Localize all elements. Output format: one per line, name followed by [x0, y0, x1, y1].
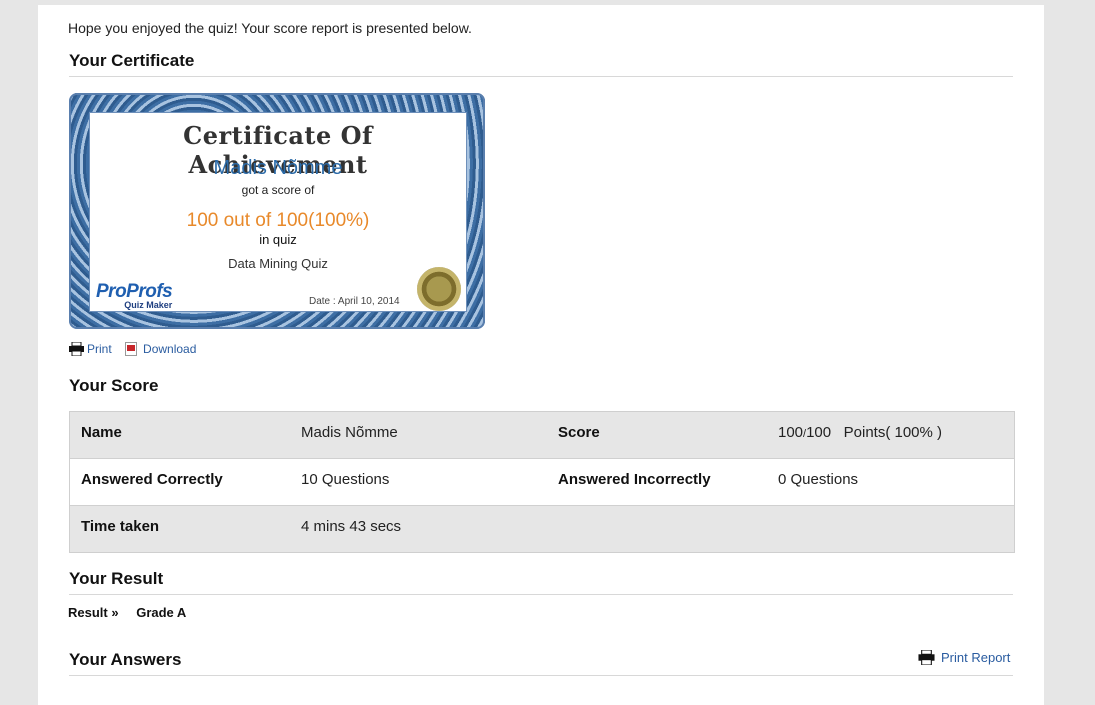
- certificate-date: Date : April 10, 2014: [309, 296, 400, 307]
- certificate-image: Certificate Of Achievement Madis Nõmme g…: [69, 93, 485, 329]
- answered-correctly-label: Answered Correctly: [81, 471, 223, 488]
- divider: [69, 675, 1013, 676]
- proprofs-logo: ProProfs Quiz Maker: [96, 281, 173, 310]
- time-taken-label: Time taken: [81, 518, 160, 535]
- answers-heading: Your Answers: [69, 650, 182, 669]
- table-row: Time taken 4 mins 43 secs: [70, 506, 1014, 552]
- logo-text: ProProfs: [96, 281, 173, 302]
- score-label: Score: [558, 424, 600, 441]
- answered-incorrectly-label: Answered Incorrectly: [558, 471, 711, 488]
- printer-icon[interactable]: [69, 342, 84, 356]
- print-report-link[interactable]: Print Report: [918, 650, 1010, 665]
- name-label: Name: [81, 424, 122, 441]
- download-link[interactable]: Download: [143, 342, 196, 356]
- certificate-body: Certificate Of Achievement Madis Nõmme g…: [89, 112, 467, 312]
- grade-value: Grade A: [136, 605, 187, 620]
- divider: [69, 594, 1013, 595]
- gold-seal-icon: [417, 267, 461, 311]
- print-link[interactable]: Print: [87, 342, 112, 356]
- score-points: Points( 100% ): [843, 424, 943, 441]
- certificate-name: Madis Nõmme: [213, 157, 343, 179]
- table-row: Name Madis Nõmme Score 100/100 Points( 1…: [70, 412, 1014, 459]
- certificate-in-quiz: in quiz: [259, 232, 297, 247]
- result-line: Result » Grade A: [68, 605, 186, 620]
- certificate-got-score: got a score of: [241, 183, 315, 197]
- score-table: Name Madis Nõmme Score 100/100 Points( 1…: [69, 411, 1015, 553]
- score-heading: Your Score: [69, 376, 159, 395]
- printer-icon[interactable]: [918, 650, 935, 665]
- pdf-icon[interactable]: [125, 342, 138, 356]
- certificate-score: 100 out of 100(100%): [186, 210, 370, 231]
- score-total: 100: [806, 424, 832, 441]
- certificate-heading: Your Certificate: [69, 51, 195, 70]
- result-label: Result »: [68, 605, 119, 620]
- answered-incorrectly-value: 0 Questions: [778, 471, 859, 488]
- name-value: Madis Nõmme: [301, 424, 398, 441]
- table-row: Answered Correctly 10 Questions Answered…: [70, 459, 1014, 506]
- intro-text: Hope you enjoyed the quiz! Your score re…: [68, 20, 472, 36]
- certificate-actions: Print Download: [69, 342, 196, 356]
- report-page: Hope you enjoyed the quiz! Your score re…: [38, 5, 1044, 705]
- time-taken-value: 4 mins 43 secs: [301, 518, 402, 535]
- divider: [69, 76, 1013, 77]
- score-obtained: 100: [778, 424, 804, 441]
- result-heading: Your Result: [69, 569, 164, 588]
- print-report-label[interactable]: Print Report: [941, 650, 1010, 665]
- score-value: 100/100 Points( 100% ): [778, 424, 942, 441]
- answered-correctly-value: 10 Questions: [301, 471, 390, 488]
- certificate-quiz-name: Data Mining Quiz: [228, 256, 328, 271]
